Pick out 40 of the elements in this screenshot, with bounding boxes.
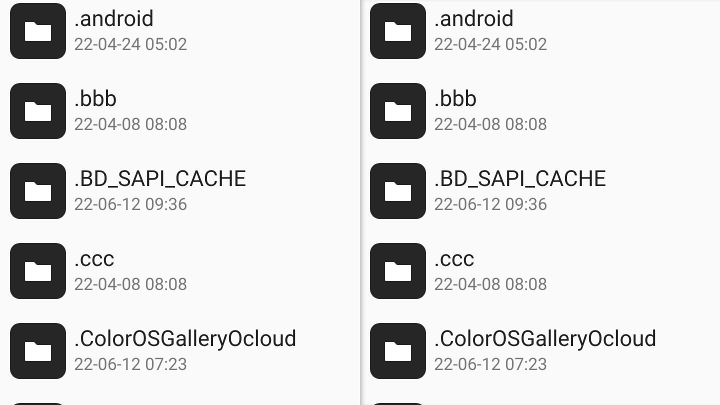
folder-icon — [370, 3, 426, 59]
folder-row[interactable]: .ccc 22-04-08 08:08 — [0, 243, 360, 323]
folder-icon — [370, 83, 426, 139]
modified-date: 22-06-12 09:36 — [74, 194, 188, 216]
folder-name: .bbb — [434, 86, 478, 114]
folder-row[interactable]: .android 22-04-24 05:02 — [360, 3, 720, 83]
folder-name: .ccc — [74, 246, 116, 274]
folder-name: .bbb — [74, 86, 118, 114]
modified-date: 22-04-08 08:08 — [434, 114, 548, 136]
folder-row[interactable]: .ColorOSGalleryOcloud 22-06-12 07:23 — [0, 323, 360, 403]
folder-row[interactable]: .BD_SAPI_CACHE 22-06-12 09:36 — [360, 163, 720, 243]
modified-date: 22-04-24 05:02 — [434, 34, 548, 56]
folder-icon — [10, 163, 66, 219]
modified-date: 22-04-24 05:02 — [74, 34, 188, 56]
modified-date: 22-06-12 07:23 — [74, 354, 188, 376]
folder-name: .ColorOSGalleryOcloud — [434, 326, 657, 354]
folder-row[interactable]: .BD_SAPI_CACHE 22-06-12 09:36 — [0, 163, 360, 243]
folder-name: .android — [74, 6, 155, 34]
folder-icon — [10, 83, 66, 139]
folder-name: .BD_SAPI_CACHE — [434, 166, 606, 194]
folder-icon — [10, 323, 66, 379]
modified-date: 22-04-08 08:08 — [74, 274, 188, 296]
folder-icon — [370, 323, 426, 379]
folder-icon — [10, 3, 66, 59]
folder-row[interactable]: .bbb 22-04-08 08:08 — [360, 83, 720, 163]
modified-date: 22-04-08 08:08 — [434, 274, 548, 296]
folder-name: .BD_SAPI_CACHE — [74, 166, 246, 194]
folder-name: .android — [434, 6, 515, 34]
folder-row[interactable]: .bbb 22-04-08 08:08 — [0, 83, 360, 163]
folder-name: .ColorOSGalleryOcloud — [74, 326, 297, 354]
modified-date: 22-04-08 08:08 — [74, 114, 188, 136]
modified-date: 22-06-12 07:23 — [434, 354, 548, 376]
folder-icon — [370, 243, 426, 299]
folder-name: .ccc — [434, 246, 476, 274]
folder-icon — [370, 163, 426, 219]
folder-row[interactable]: .ccc 22-04-08 08:08 — [360, 243, 720, 323]
folder-icon — [10, 243, 66, 299]
folder-row[interactable]: .ColorOSGalleryOcloud 22-06-12 07:23 — [360, 323, 720, 403]
folder-row[interactable]: .android 22-04-24 05:02 — [0, 3, 360, 83]
modified-date: 22-06-12 09:36 — [434, 194, 548, 216]
